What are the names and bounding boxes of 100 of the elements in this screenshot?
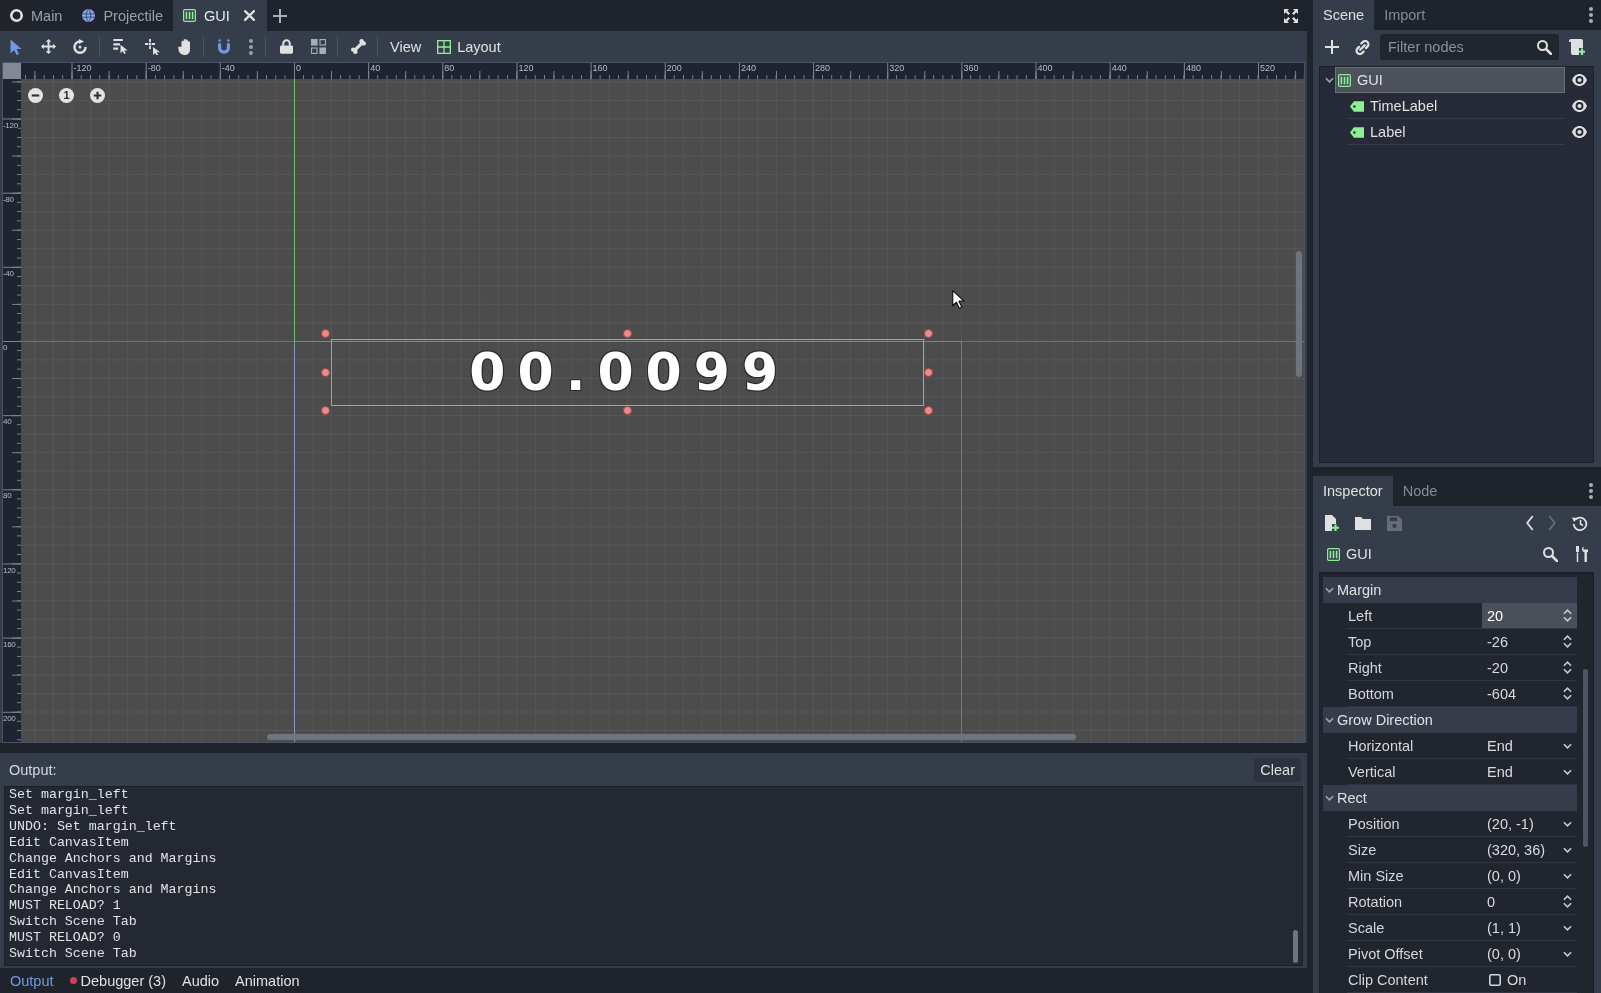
editor-tab[interactable]: Main xyxy=(0,0,73,31)
property-label: Top xyxy=(1347,633,1373,650)
chevron-down-icon[interactable] xyxy=(1325,795,1334,801)
chevron-down-icon[interactable] xyxy=(1563,742,1572,749)
spinner-arrows-icon[interactable] xyxy=(1563,635,1572,648)
zoom-out-icon[interactable] xyxy=(28,88,43,103)
resize-handle[interactable] xyxy=(924,368,934,377)
tree-item[interactable]: TimeLabel xyxy=(1347,93,1565,119)
kebab-menu-icon[interactable] xyxy=(249,38,253,55)
chevron-down-icon[interactable] xyxy=(1563,924,1572,931)
folder-icon[interactable] xyxy=(1355,516,1371,530)
editor-tab[interactable]: Projectile xyxy=(72,0,174,31)
chevron-down-icon[interactable] xyxy=(1325,587,1334,593)
spinner-arrows-icon[interactable] xyxy=(1563,687,1572,700)
resize-handle[interactable] xyxy=(321,368,331,377)
plus-icon[interactable] xyxy=(272,8,287,23)
resize-handle[interactable] xyxy=(623,405,633,415)
property-field[interactable]: (320, 36) xyxy=(1482,837,1577,862)
search-icon[interactable] xyxy=(1537,39,1552,55)
menu-button[interactable]: View xyxy=(382,32,430,61)
property-field[interactable]: (0, 0) xyxy=(1482,941,1577,966)
lock-icon[interactable] xyxy=(279,39,293,54)
editor-tab[interactable]: GUI xyxy=(173,0,267,31)
eye-icon[interactable] xyxy=(1571,74,1587,86)
tree-item[interactable]: GUI xyxy=(1335,67,1565,93)
scrollbar[interactable] xyxy=(1582,669,1588,847)
property-field[interactable]: 20 xyxy=(1482,603,1577,628)
spinner-arrows-icon[interactable] xyxy=(1563,661,1572,674)
magnet-icon[interactable] xyxy=(218,39,230,54)
pivot-icon[interactable] xyxy=(144,38,160,55)
scrollbar[interactable] xyxy=(1292,930,1298,963)
property-field[interactable]: 0 xyxy=(1482,889,1577,914)
pointer-icon[interactable] xyxy=(10,38,22,55)
property-field[interactable]: (20, -1) xyxy=(1482,811,1577,836)
resize-handle[interactable] xyxy=(924,328,934,338)
ring-icon xyxy=(10,9,23,22)
resize-handle[interactable] xyxy=(321,405,331,415)
bone-icon[interactable] xyxy=(350,39,366,54)
chevron-down-icon[interactable] xyxy=(1324,77,1334,83)
panel-tab[interactable]: Animation xyxy=(227,972,308,989)
ruler-label: 200 xyxy=(666,63,682,73)
property-field[interactable]: (0, 0) xyxy=(1482,863,1577,888)
vertical-scrollbar[interactable] xyxy=(1296,251,1302,377)
group-icon[interactable] xyxy=(310,39,326,54)
property-field[interactable]: End xyxy=(1482,759,1577,784)
spinner-arrows-icon[interactable] xyxy=(1563,895,1572,908)
search-icon[interactable] xyxy=(1543,546,1558,562)
section-header[interactable]: Grow Direction xyxy=(1323,707,1577,733)
close-icon[interactable] xyxy=(243,10,255,21)
kebab-menu-icon[interactable] xyxy=(1589,483,1593,499)
tree-item[interactable]: Label xyxy=(1347,119,1565,145)
chevron-down-icon[interactable] xyxy=(1563,950,1572,957)
new-file-icon[interactable] xyxy=(1325,515,1339,531)
panel-title: Output: xyxy=(9,761,57,778)
checkbox-icon[interactable] xyxy=(1489,973,1501,986)
rotate-icon[interactable] xyxy=(73,39,87,54)
script-add-icon[interactable] xyxy=(1569,39,1585,55)
spinner-arrows-icon[interactable] xyxy=(1563,609,1572,622)
tools-icon[interactable] xyxy=(1576,546,1588,562)
section-header[interactable]: Rect xyxy=(1323,785,1577,811)
property-field[interactable]: End xyxy=(1482,733,1577,758)
zoom-reset-button[interactable]: 1 xyxy=(59,88,74,103)
property-field[interactable]: On xyxy=(1482,967,1577,992)
property-field[interactable]: -20 xyxy=(1482,655,1577,680)
resize-handle[interactable] xyxy=(623,328,633,338)
history-icon[interactable] xyxy=(1572,515,1588,531)
list-pointer-icon[interactable] xyxy=(112,39,128,54)
eye-icon[interactable] xyxy=(1571,126,1587,138)
property-field[interactable]: -604 xyxy=(1482,681,1577,706)
chevron-down-icon[interactable] xyxy=(1563,820,1572,827)
zoom-in-icon[interactable] xyxy=(90,88,105,103)
property-label: Position xyxy=(1347,815,1401,832)
panel-tab[interactable]: Debugger (3) xyxy=(61,972,174,989)
property-field[interactable]: -26 xyxy=(1482,629,1577,654)
dock-tab[interactable]: Node xyxy=(1392,476,1448,506)
eye-icon[interactable] xyxy=(1571,100,1587,112)
filter-field[interactable]: Filter nodes xyxy=(1380,34,1559,60)
fullscreen-icon[interactable] xyxy=(1284,8,1298,23)
menu-button[interactable]: Layout xyxy=(429,32,509,61)
kebab-menu-icon[interactable] xyxy=(1589,7,1593,23)
resize-handle[interactable] xyxy=(924,405,934,415)
chevron-down-icon[interactable] xyxy=(1563,768,1572,775)
panel-tab[interactable]: Output xyxy=(2,972,62,989)
move-arrows-icon[interactable] xyxy=(40,39,56,54)
dock-tab[interactable]: Scene xyxy=(1313,0,1375,30)
clear-button[interactable]: Clear xyxy=(1254,757,1301,782)
dock-tab[interactable]: Inspector xyxy=(1313,476,1393,506)
hand-icon[interactable] xyxy=(178,38,190,55)
chevron-down-icon[interactable] xyxy=(1325,717,1334,723)
panel-tab[interactable]: Audio xyxy=(173,972,228,989)
chevron-down-icon[interactable] xyxy=(1563,872,1572,879)
property-field[interactable]: (1, 1) xyxy=(1482,915,1577,940)
chevron-down-icon[interactable] xyxy=(1563,846,1572,853)
dock-tab[interactable]: Import xyxy=(1374,0,1436,30)
ruler-label: -40 xyxy=(221,63,235,73)
horizontal-scrollbar[interactable] xyxy=(267,734,1076,740)
link-icon[interactable] xyxy=(1355,39,1370,55)
resize-handle[interactable] xyxy=(321,328,331,338)
section-header[interactable]: Margin xyxy=(1323,577,1577,603)
chevron-left-icon[interactable] xyxy=(1526,515,1534,531)
